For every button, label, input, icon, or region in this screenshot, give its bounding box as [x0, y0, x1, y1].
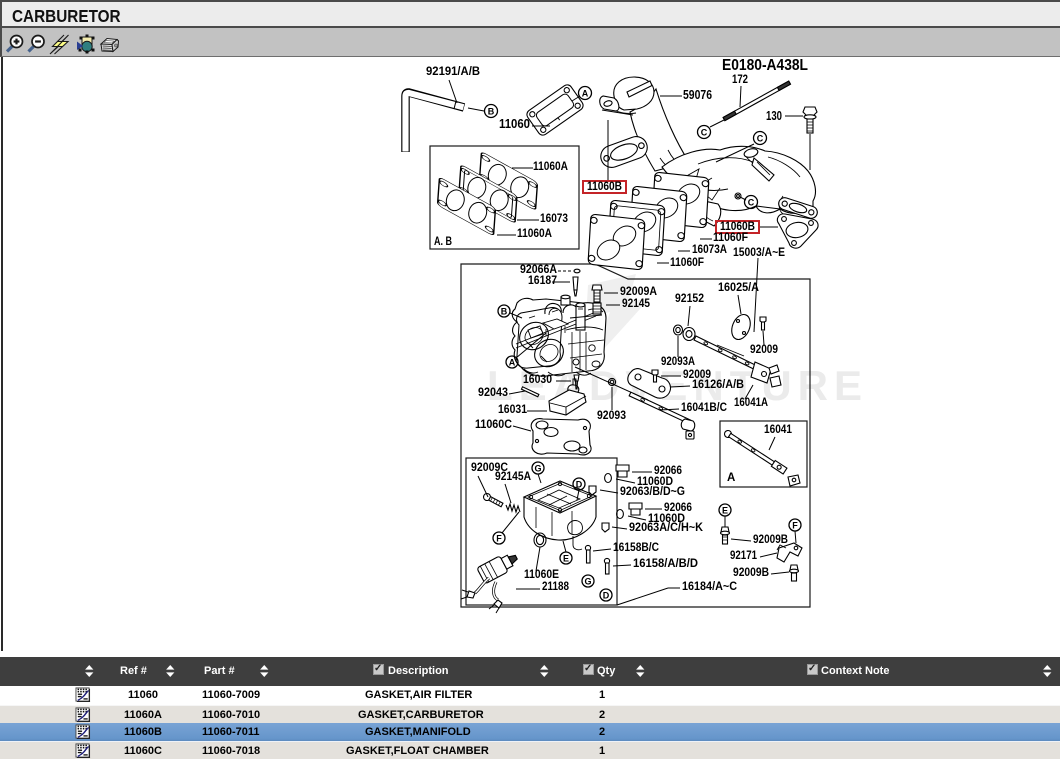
svg-text:11060F: 11060F	[670, 257, 704, 269]
svg-text:16041A: 16041A	[734, 397, 768, 409]
svg-text:B: B	[501, 307, 508, 317]
svg-text:F: F	[496, 534, 502, 544]
svg-text:21188: 21188	[542, 581, 570, 593]
svg-text:E0180-A438L: E0180-A438L	[722, 57, 808, 74]
svg-text:16025/A: 16025/A	[718, 282, 759, 294]
svg-text:11060A: 11060A	[533, 161, 568, 173]
svg-text:92171: 92171	[730, 550, 758, 562]
svg-text:92093A: 92093A	[661, 356, 695, 368]
svg-text:E: E	[722, 506, 728, 516]
svg-text:130: 130	[766, 109, 782, 123]
svg-text:11060C: 11060C	[475, 419, 512, 431]
svg-text:92063A/C/H~K: 92063A/C/H~K	[629, 522, 704, 534]
svg-text:C: C	[757, 134, 764, 144]
svg-text:92009: 92009	[750, 344, 778, 356]
svg-text:11060E: 11060E	[524, 569, 559, 581]
svg-text:G: G	[534, 464, 541, 474]
svg-text:A: A	[509, 358, 516, 368]
svg-text:16073A: 16073A	[692, 244, 727, 256]
svg-text:D: D	[576, 480, 583, 490]
svg-text:92043: 92043	[478, 387, 508, 399]
svg-text:11060B: 11060B	[587, 181, 622, 193]
svg-text:C: C	[701, 128, 708, 138]
svg-text:A: A	[582, 89, 589, 99]
svg-text:16184/A~C: 16184/A~C	[682, 581, 737, 593]
svg-text:D: D	[603, 591, 610, 601]
svg-text:C: C	[748, 198, 755, 208]
svg-text:16187: 16187	[528, 275, 557, 287]
svg-text:92009B: 92009B	[733, 567, 769, 579]
svg-text:11060: 11060	[499, 117, 530, 131]
svg-text:92009A: 92009A	[620, 286, 657, 298]
svg-text:E: E	[563, 554, 569, 564]
svg-text:11060F: 11060F	[713, 232, 748, 244]
svg-text:G: G	[584, 577, 591, 587]
svg-text:92145A: 92145A	[495, 471, 531, 483]
svg-text:16158B/C: 16158B/C	[613, 542, 659, 554]
svg-text:16158/A/B/D: 16158/A/B/D	[633, 558, 698, 570]
svg-text:16041: 16041	[764, 424, 793, 436]
svg-text:A: A	[727, 472, 735, 484]
svg-text:92093: 92093	[597, 410, 626, 422]
svg-text:172: 172	[732, 74, 748, 86]
svg-text:92063/B/D~G: 92063/B/D~G	[620, 486, 685, 498]
svg-text:92191/A/B: 92191/A/B	[426, 66, 480, 78]
svg-text:16073: 16073	[540, 213, 568, 225]
svg-text:A. B: A. B	[434, 236, 452, 248]
svg-text:16031: 16031	[498, 404, 528, 416]
svg-text:92152: 92152	[675, 293, 704, 305]
svg-text:F: F	[792, 521, 798, 531]
svg-text:16126/A/B: 16126/A/B	[692, 379, 744, 391]
svg-text:92145: 92145	[622, 298, 651, 310]
svg-text:59076: 59076	[683, 88, 712, 102]
svg-text:16030: 16030	[523, 374, 552, 386]
svg-text:11060A: 11060A	[517, 228, 552, 240]
svg-text:92009B: 92009B	[753, 534, 788, 546]
svg-text:15003/A~E: 15003/A~E	[733, 247, 785, 259]
svg-text:16041B/C: 16041B/C	[681, 402, 727, 414]
svg-text:B: B	[488, 107, 495, 117]
